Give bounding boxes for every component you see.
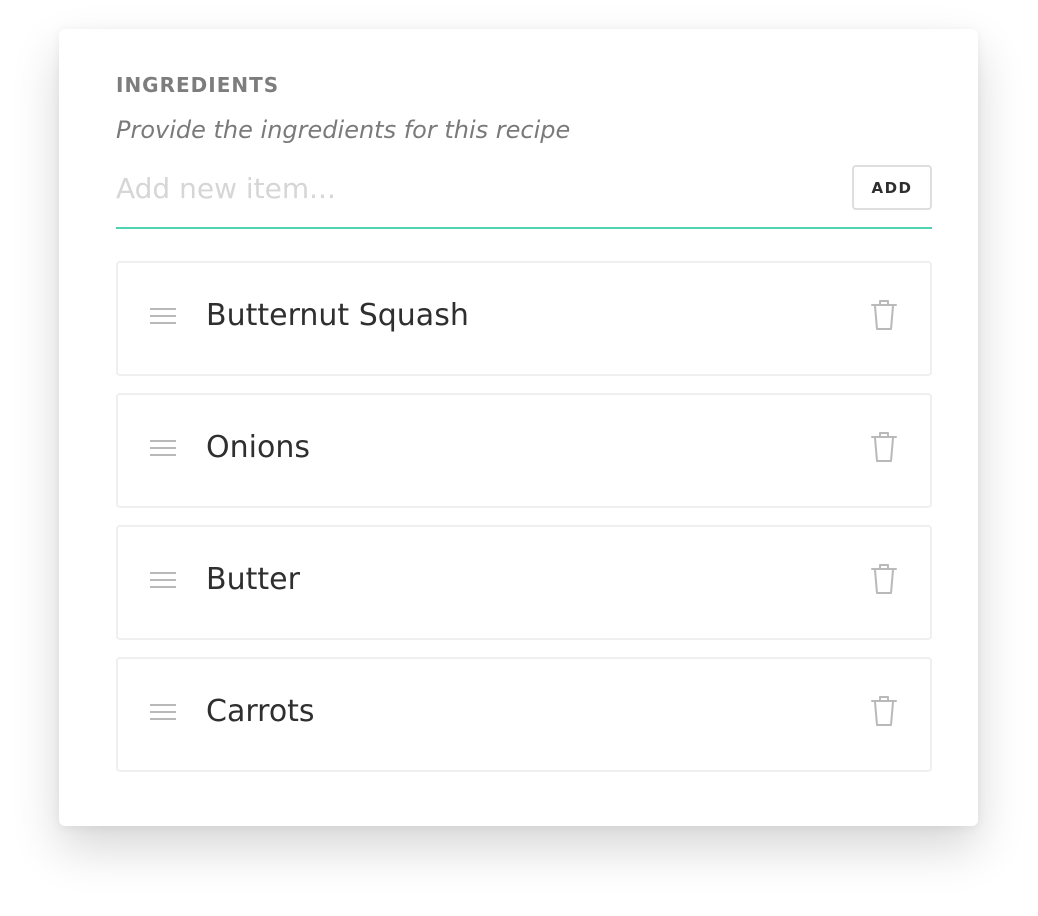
item-label: Carrots: [206, 694, 315, 729]
list-item: Carrots: [116, 657, 932, 772]
section-subtitle: Provide the ingredients for this recipe: [116, 116, 571, 144]
add-button[interactable]: ADD: [852, 165, 932, 210]
ingredient-list: Butternut Squash Onions Butter Carrots: [116, 261, 932, 789]
drag-handle-icon[interactable]: [150, 308, 176, 328]
section-title: INGREDIENTS: [116, 73, 280, 97]
ingredients-card: INGREDIENTS Provide the ingredients for …: [59, 29, 978, 826]
list-item: Onions: [116, 393, 932, 508]
drag-handle-icon[interactable]: [150, 440, 176, 460]
item-label: Onions: [206, 430, 310, 465]
trash-icon[interactable]: [870, 695, 898, 727]
trash-icon[interactable]: [870, 563, 898, 595]
list-item: Butter: [116, 525, 932, 640]
drag-handle-icon[interactable]: [150, 704, 176, 724]
trash-icon[interactable]: [870, 299, 898, 331]
new-item-input[interactable]: [116, 165, 816, 211]
new-item-row: ADD: [116, 165, 932, 229]
item-label: Butternut Squash: [206, 298, 469, 333]
drag-handle-icon[interactable]: [150, 572, 176, 592]
list-item: Butternut Squash: [116, 261, 932, 376]
item-label: Butter: [206, 562, 300, 597]
trash-icon[interactable]: [870, 431, 898, 463]
